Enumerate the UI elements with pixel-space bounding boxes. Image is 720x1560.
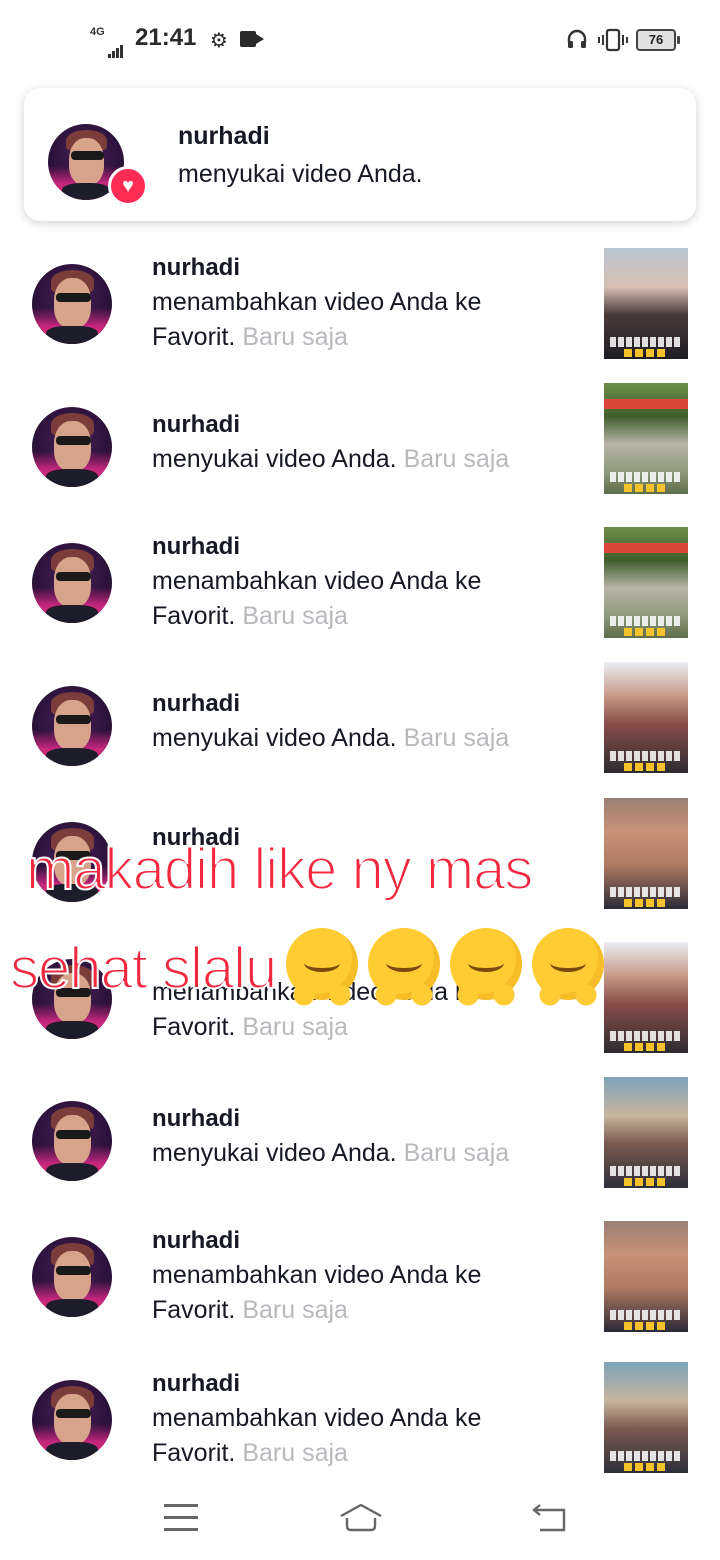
video-thumbnail[interactable] [604,383,688,494]
notification-text: nurhadi menyukai video Anda. Baru saja [152,686,552,756]
status-time: 21:41 [135,24,197,51]
notification-text: nurhadi menambahkan video Anda ke Favori… [152,250,552,355]
username[interactable]: nurhadi [152,686,552,721]
network-type: 4G [90,26,105,38]
hug-emoji-icon [532,928,605,1006]
notification-row[interactable]: nurhadi menambahkan video Anda ke Favori… [0,527,720,659]
video-thumbnail[interactable] [604,527,688,638]
username[interactable]: nurhadi [152,407,552,442]
notification-row[interactable]: nurhadi menambahkan video Anda ke Favori… [0,1221,720,1353]
notification-text: nurhadi menambahkan video Anda ke Favori… [152,1366,552,1471]
username[interactable]: nurhadi [152,1223,552,1258]
overlay-caption-line1: makadih like ny mas [25,836,534,903]
overlay-caption-text: sehat slalu [9,935,278,1002]
notification-text: nurhadi menambahkan video Anda ke Favori… [152,1223,552,1328]
notification-text: nurhadi menambahkan video Anda ke Favori… [152,529,552,634]
battery-icon: 76 [636,29,680,51]
video-thumbnail[interactable] [604,248,688,359]
video-thumbnail[interactable] [604,942,688,1053]
video-thumbnail[interactable] [604,1362,688,1473]
status-bar: 4G 21:41 ⚙ 76 [0,0,720,80]
avatar[interactable] [32,407,112,487]
avatar[interactable] [32,264,112,344]
hug-emoji-icon [286,928,359,1006]
notification-text: nurhadi menyukai video Anda. Baru saja [152,407,552,477]
notification-time: Baru saja [242,1013,348,1041]
battery-level: 76 [648,32,664,47]
avatar[interactable] [32,1380,112,1460]
headphones-icon [567,29,587,48]
heart-icon: ♥ [108,166,148,206]
avatar[interactable] [32,1101,112,1181]
vibrate-icon [598,28,628,52]
notification-time: Baru saja [242,1296,348,1324]
video-thumbnail[interactable] [604,1221,688,1332]
back-icon[interactable] [530,1504,568,1532]
notification-time: Baru saja [242,1439,348,1467]
avatar[interactable] [32,1237,112,1317]
notification-time: Baru saja [242,602,348,630]
notification-row[interactable]: nurhadi menambahkan video Anda ke Favori… [0,1362,720,1496]
banner-username[interactable]: nurhadi [178,122,270,151]
avatar[interactable] [32,686,112,766]
notification-time: Baru saja [242,323,348,351]
username[interactable]: nurhadi [152,529,552,564]
username[interactable]: nurhadi [152,1366,552,1401]
home-icon[interactable] [338,1502,384,1534]
username[interactable]: nurhadi [152,250,552,285]
settings-gear-icon: ⚙ [210,30,228,52]
hug-emoji-icon [450,928,523,1006]
banner-message: menyukai video Anda. [178,160,423,188]
notification-time: Baru saja [403,724,510,752]
overlay-caption-line2: sehat slalu [9,928,605,1006]
notification-row[interactable]: nurhadi menyukai video Anda. Baru saja [0,1077,720,1231]
notification-message: menyukai video Anda. [152,445,397,473]
notification-message: menyukai video Anda. [152,724,397,752]
notification-time: Baru saja [403,445,510,473]
username[interactable]: nurhadi [152,1101,552,1136]
video-thumbnail[interactable] [604,662,688,773]
hug-emoji-icon [368,928,441,1006]
menu-icon[interactable] [164,1504,198,1532]
video-thumbnail[interactable] [604,1077,688,1188]
avatar[interactable] [32,543,112,623]
system-navigation-bar [0,1490,720,1560]
notification-banner[interactable]: ♥ nurhadi menyukai video Anda. [24,88,696,221]
notification-row[interactable]: nurhadi menyukai video Anda. Baru saja [0,383,720,537]
notification-row[interactable]: nurhadi menambahkan video Anda ke Favori… [0,248,720,380]
notification-text: nurhadi menyukai video Anda. Baru saja [152,1101,552,1171]
network-signal-icon: 4G [90,26,126,58]
video-thumbnail[interactable] [604,798,688,909]
video-camera-icon [240,31,264,47]
notification-message: menyukai video Anda. [152,1139,397,1167]
notification-time: Baru saja [403,1139,510,1167]
notification-row[interactable]: nurhadi menyukai video Anda. Baru saja [0,662,720,816]
